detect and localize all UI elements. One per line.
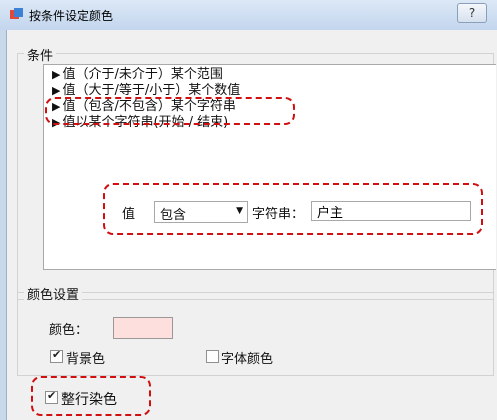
background-color-checkbox[interactable]: ✔ [50,348,63,363]
font-color-checkbox[interactable] [206,350,219,363]
checkmark-icon: ✔ [52,348,62,361]
app-icon [9,7,24,22]
condition-item-label: 值（介于/未介于）某个范围 [62,67,223,82]
background-color-label: 背景色 [66,352,106,367]
font-color-label: 字体颜色 [221,352,274,367]
highlight-whole-row-checkbox [31,376,151,416]
arrow-right-icon: ▶ [52,68,61,81]
window-title: 按条件设定颜色 [29,9,114,23]
color-settings-group-label: 颜色设置 [24,284,83,303]
highlight-contains-condition [45,97,295,125]
condition-item-label: 值（大于/等于/小于）某个数值 [62,83,241,98]
dialog-client-area: 条件 ▶ 值（介于/未介于）某个范围 ▶ 值（大于/等于/小于）某个数值 ▶ 值（包含… [6,30,497,420]
conditions-group-label: 条件 [24,45,57,64]
highlight-value-string-row [103,183,483,235]
title-bar: 按条件设定颜色 ? [0,0,497,30]
condition-item-range[interactable]: ▶ 值（介于/未介于）某个范围 [52,67,223,83]
color-swatch[interactable] [113,317,173,339]
color-label: 颜色： [49,323,89,338]
help-button[interactable]: ? [457,3,487,23]
